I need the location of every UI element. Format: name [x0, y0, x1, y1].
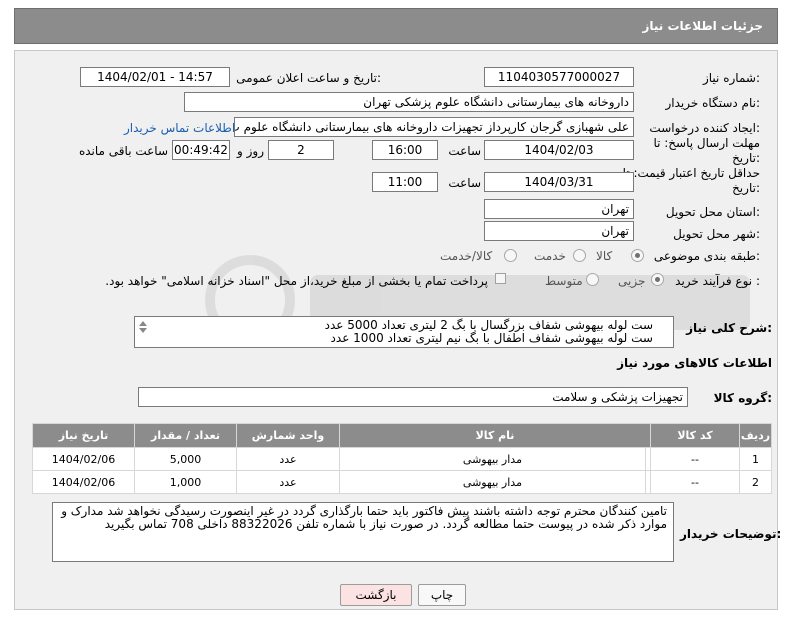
process-medium-radio[interactable]	[586, 273, 599, 286]
col-goods-name: نام کالا	[339, 423, 651, 448]
remaining-time-field: 00:49:42	[172, 140, 230, 160]
goods-group-field: تجهیزات پزشکی و سلامت	[138, 387, 688, 407]
scroll-up-icon[interactable]	[139, 321, 147, 326]
city-label: شهر محل تحویل:	[673, 227, 760, 241]
remaining-time-label: ساعت باقی مانده	[78, 144, 168, 158]
category-goods-service-option: کالا/خدمت	[440, 249, 493, 263]
cell-row: 2	[739, 470, 772, 494]
category-label: طبقه بندی موضوعی:	[653, 249, 760, 263]
process-medium-option: متوسط	[545, 274, 583, 288]
cell-unit: عدد	[236, 447, 340, 471]
announce-datetime-label: تاریخ و ساعت اعلان عمومی:	[236, 71, 381, 85]
cell-quantity: 5,000	[134, 447, 237, 471]
process-type-label: نوع فرآیند خرید :	[675, 274, 760, 288]
buyer-org-label: نام دستگاه خریدار:	[665, 96, 761, 110]
col-row: ردیف	[739, 423, 772, 448]
buyer-notes-label: توضیحات خریدار:	[680, 527, 782, 541]
print-button[interactable]: چاپ	[418, 584, 466, 606]
goods-table-header: تاریخ نیاز تعداد / مقدار واحد شمارش نام …	[32, 423, 772, 448]
cell-name: مدار بیهوشی	[339, 470, 646, 494]
goods-section-title: اطلاعات کالاهای مورد نیاز	[617, 356, 772, 370]
process-minor-radio[interactable]	[651, 273, 664, 286]
scroll-down-icon[interactable]	[139, 328, 147, 333]
reply-deadline-label: مهلت ارسال پاسخ: تا تاریخ:	[653, 136, 760, 165]
announce-datetime-field: 1404/02/01 - 14:57	[80, 67, 230, 87]
reply-date-field: 1404/02/03	[484, 140, 634, 160]
description-label: شرح کلی نیاز:	[686, 321, 772, 335]
category-goods-radio[interactable]	[631, 249, 644, 262]
cell-row: 1	[739, 447, 772, 471]
cell-name: مدار بیهوشی	[339, 447, 646, 471]
cell-unit: عدد	[236, 470, 340, 494]
category-service-option: خدمت	[534, 249, 566, 263]
description-box: ست لوله بیهوشی شفاف بزرگسال با بگ 2 لیتر…	[134, 316, 674, 348]
buyer-org-field: داروخانه های بیمارستانی دانشگاه علوم پزش…	[184, 92, 634, 112]
col-need-date: تاریخ نیاز	[32, 423, 135, 448]
need-number-label: شماره نیاز:	[702, 71, 760, 85]
cell-code: --	[650, 470, 740, 494]
treasury-payment-checkbox[interactable]	[495, 273, 506, 284]
cell-quantity: 1,000	[134, 470, 237, 494]
goods-group-label: گروه کالا:	[713, 391, 772, 405]
goods-table: تاریخ نیاز تعداد / مقدار واحد شمارش نام …	[32, 423, 772, 494]
validity-date-field: 1404/03/31	[484, 172, 634, 192]
need-number-field: 1104030577000027	[484, 67, 634, 87]
reply-time-field: 16:00	[372, 140, 438, 160]
creator-label: ایجاد کننده درخواست:	[649, 121, 760, 135]
province-label: استان محل تحویل:	[665, 205, 760, 219]
category-service-radio[interactable]	[573, 249, 586, 262]
back-button[interactable]: بازگشت	[340, 584, 412, 606]
days-label: روز و	[237, 144, 264, 158]
col-quantity: تعداد / مقدار	[134, 423, 237, 448]
reply-time-label: ساعت	[448, 144, 481, 158]
page-header: جزئیات اطلاعات نیاز	[14, 8, 778, 44]
buyer-contact-link[interactable]: اطلاعات تماس خریدار	[124, 121, 235, 135]
process-minor-option: جزیی	[618, 274, 646, 288]
validity-time-field: 11:00	[372, 172, 438, 192]
category-goods-service-radio[interactable]	[504, 249, 517, 262]
category-goods-option: کالا	[596, 249, 613, 263]
creator-field: علی شهبازی گرجان کارپرداز تجهیزات داروخا…	[234, 117, 634, 137]
table-row: 1404/02/06 1,000 عدد مدار بیهوشی -- 2	[32, 470, 772, 494]
buyer-notes-textarea: تامین کنندگان محترم توجه داشته باشند پیش…	[52, 502, 674, 562]
table-row: 1404/02/06 5,000 عدد مدار بیهوشی -- 1	[32, 447, 772, 471]
col-goods-code: کد کالا	[650, 423, 740, 448]
days-field: 2	[268, 140, 334, 160]
province-field: تهران	[484, 199, 634, 219]
col-unit: واحد شمارش	[236, 423, 340, 448]
validity-time-label: ساعت	[448, 176, 481, 190]
description-line-2: ست لوله بیهوشی شفاف اطفال با بگ نیم لیتر…	[330, 331, 653, 345]
cell-code: --	[650, 447, 740, 471]
treasury-payment-note: پرداخت تمام یا بخشی از مبلغ خرید،از محل …	[105, 274, 488, 288]
city-field: تهران	[484, 221, 634, 241]
cell-need-date: 1404/02/06	[32, 447, 135, 471]
description-scroll-arrows[interactable]	[137, 319, 149, 343]
cell-need-date: 1404/02/06	[32, 470, 135, 494]
